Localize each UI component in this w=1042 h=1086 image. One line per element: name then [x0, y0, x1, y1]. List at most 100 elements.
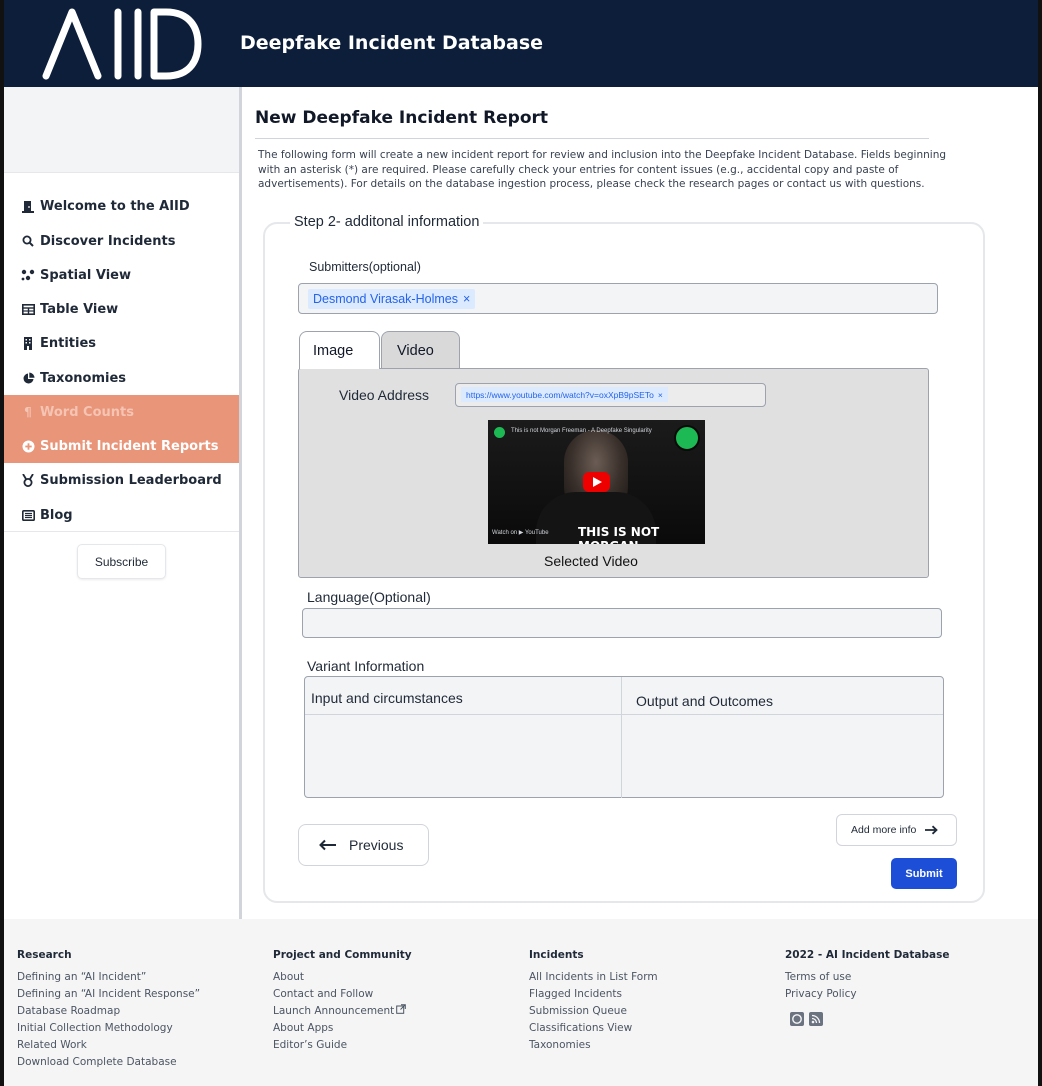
sidebar-item-entities[interactable]: Entities: [4, 326, 240, 360]
footer-link[interactable]: All Incidents in List Form: [529, 969, 658, 986]
tab-video[interactable]: Video: [381, 331, 460, 369]
watch-on-youtube[interactable]: Watch on ▶ YouTube: [492, 529, 549, 536]
variant-label: Variant Information: [307, 658, 425, 674]
medal-icon: [21, 473, 35, 487]
text-icon: ¶: [24, 405, 32, 419]
footer-link[interactable]: Defining an “AI Incident Response”: [17, 986, 200, 1003]
nodes-icon: [21, 268, 35, 282]
footer-col-project: Project and Community About Contact and …: [273, 949, 412, 1054]
sidebar-item-label: Entities: [40, 335, 97, 351]
footer-col-incidents: Incidents All Incidents in List Form Fla…: [529, 949, 658, 1054]
channel-badge-icon: [674, 425, 700, 451]
sidebar-separator: [239, 87, 242, 919]
play-icon[interactable]: [583, 472, 610, 492]
footer-link[interactable]: Submission Queue: [529, 1003, 658, 1020]
language-label: Language(Optional): [307, 589, 431, 605]
sidebar-item-label: Table View: [40, 301, 119, 317]
subscribe-button[interactable]: Subscribe: [77, 544, 166, 579]
variant-col-output-header: Output and Outcomes: [636, 693, 773, 709]
footer-link[interactable]: Flagged Incidents: [529, 986, 658, 1003]
sidebar-item-blog[interactable]: Blog: [4, 498, 240, 532]
sidebar-item-submit-reports[interactable]: Submit Incident Reports: [4, 429, 240, 463]
sidebar-item-label: Welcome to the AIID: [40, 198, 190, 214]
chip-remove-icon[interactable]: ×: [658, 390, 663, 400]
sidebar: Welcome to the AIID Discover Incidents S…: [4, 87, 240, 919]
sidebar-item-label: Spatial View: [40, 267, 131, 283]
video-address-label: Video Address: [339, 387, 430, 403]
variant-table-row-divider: [305, 714, 943, 715]
thumbnail-caption: THIS IS NOT MORGAN FREEMAN.: [578, 525, 660, 544]
footer-link[interactable]: Related Work: [17, 1037, 200, 1054]
footer-link[interactable]: Defining an “AI Incident”: [17, 969, 200, 986]
page-title: New Deepfake Incident Report: [255, 108, 549, 128]
sidebar-item-spatial[interactable]: Spatial View: [4, 258, 240, 292]
sidebar-item-table[interactable]: Table View: [4, 292, 240, 326]
pie-icon: [21, 371, 35, 385]
footer-link[interactable]: Taxonomies: [529, 1037, 658, 1054]
step-title: Step 2- additonal information: [290, 214, 484, 230]
footer-link[interactable]: Classifications View: [529, 1020, 658, 1037]
thumbnail-title: This is not Morgan Freeman - A Deepfake …: [511, 428, 652, 434]
sidebar-item-taxonomies[interactable]: Taxonomies: [4, 361, 240, 395]
sidebar-item-discover[interactable]: Discover Incidents: [4, 224, 240, 258]
site-title[interactable]: Deepfake Incident Database: [240, 32, 543, 54]
footer-link[interactable]: Initial Collection Methodology: [17, 1020, 200, 1037]
intro-text: The following form will create a new inc…: [258, 149, 947, 190]
footer-link-launch[interactable]: Launch Announcement: [273, 1003, 412, 1020]
footer-link-label: Launch Announcement: [273, 1005, 395, 1017]
aiid-logo[interactable]: [42, 6, 204, 87]
variant-output-cell[interactable]: [623, 716, 942, 796]
previous-label: Previous: [349, 837, 404, 853]
variant-input-cell[interactable]: [306, 716, 620, 796]
video-url-chip[interactable]: https://www.youtube.com/watch?v=oxXpB9pS…: [461, 387, 668, 402]
video-url-text: https://www.youtube.com/watch?v=oxXpB9pS…: [466, 389, 654, 400]
variant-table-col-divider: [621, 677, 622, 798]
footer-link[interactable]: Editor’s Guide: [273, 1037, 412, 1054]
plus-circle-icon: [21, 439, 35, 453]
external-link-icon: [396, 1004, 407, 1021]
sidebar-item-welcome[interactable]: Welcome to the AIID: [4, 189, 240, 223]
title-divider: [255, 138, 929, 139]
submitter-chip[interactable]: Desmond Virasak-Holmes ×: [308, 289, 476, 309]
sidebar-top-area: [4, 87, 240, 173]
sidebar-item-label: Taxonomies: [40, 370, 127, 386]
sidebar-item-label: Submission Leaderboard: [40, 472, 222, 488]
footer-heading: Research: [17, 949, 72, 961]
add-more-info-button[interactable]: Add more info: [836, 814, 957, 846]
github-icon[interactable]: [790, 1012, 804, 1026]
language-input[interactable]: [302, 608, 942, 638]
sidebar-divider: [4, 531, 240, 532]
channel-logo-icon: [494, 427, 505, 438]
footer-link[interactable]: About: [273, 969, 412, 986]
sidebar-item-label: Blog: [40, 507, 73, 523]
video-thumbnail[interactable]: This is not Morgan Freeman - A Deepfake …: [488, 420, 705, 544]
arrow-right-icon: [924, 823, 939, 837]
sidebar-item-word-counts[interactable]: ¶ Word Counts: [4, 395, 240, 429]
selected-video-label: Selected Video: [544, 553, 638, 569]
footer-link[interactable]: Download Complete Database: [17, 1054, 200, 1071]
building-icon: [21, 336, 35, 350]
submit-button[interactable]: Submit: [891, 858, 957, 889]
rss-icon[interactable]: [809, 1012, 823, 1026]
tab-image[interactable]: Image: [299, 331, 380, 369]
footer-link[interactable]: Terms of use: [785, 969, 949, 986]
sidebar-item-leaderboard[interactable]: Submission Leaderboard: [4, 463, 240, 497]
chip-remove-icon[interactable]: ×: [463, 292, 470, 306]
previous-button[interactable]: Previous: [298, 824, 429, 866]
search-icon: [21, 234, 35, 248]
add-more-info-label: Add more info: [851, 824, 917, 836]
footer-link[interactable]: About Apps: [273, 1020, 412, 1037]
door-icon: [21, 199, 35, 213]
table-icon: [21, 302, 35, 316]
arrow-left-icon: [319, 836, 337, 854]
footer-heading: Incidents: [529, 949, 584, 961]
footer-col-legal: 2022 - AI Incident Database Terms of use…: [785, 949, 949, 1003]
newspaper-icon: [21, 508, 35, 522]
footer-link[interactable]: Contact and Follow: [273, 986, 412, 1003]
footer-link[interactable]: Database Roadmap: [17, 1003, 200, 1020]
submitter-chip-label: Desmond Virasak-Holmes: [313, 292, 458, 306]
footer-link[interactable]: Privacy Policy: [785, 986, 949, 1003]
footer-col-research: Research Defining an “AI Incident” Defin…: [17, 949, 200, 1071]
sidebar-item-label: Word Counts: [40, 404, 134, 420]
site-header: Deepfake Incident Database: [4, 0, 1038, 87]
